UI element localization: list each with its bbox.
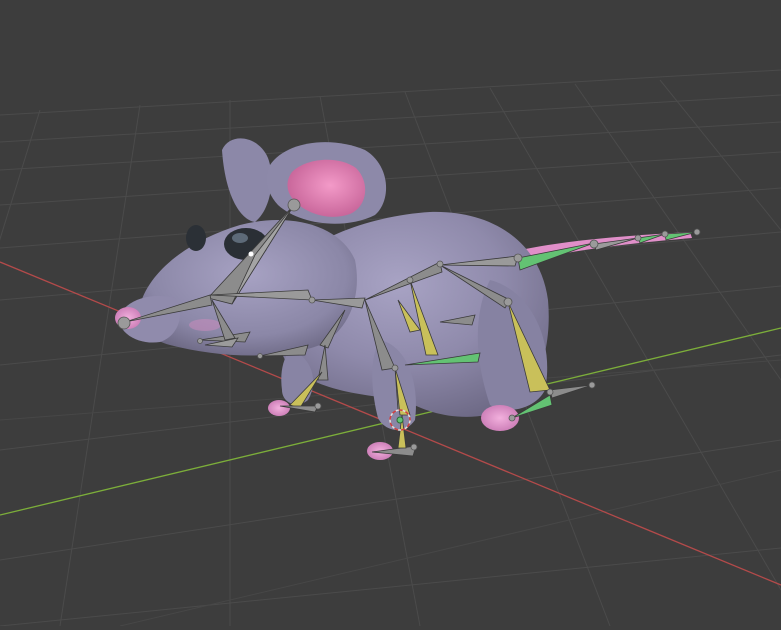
joint-yellow-top[interactable] <box>406 276 414 284</box>
mouse-eye-far <box>186 225 206 251</box>
viewport-canvas[interactable] <box>0 0 781 627</box>
mouse-eye-highlight <box>232 233 248 243</box>
joint-nose[interactable] <box>117 316 131 330</box>
joint-head-top[interactable] <box>287 198 301 212</box>
mouse-cheek-pink <box>189 319 221 331</box>
mouse-ear-back <box>222 138 272 222</box>
bone-hind-lower[interactable] <box>549 384 593 399</box>
joint-eye-marker <box>248 251 254 257</box>
joint-tail-base[interactable] <box>513 253 523 263</box>
joint-cheek[interactable] <box>257 353 263 359</box>
joint-front-elbow[interactable] <box>391 364 399 372</box>
joint-front-foot[interactable] <box>410 443 418 451</box>
joint-spine[interactable] <box>436 260 444 268</box>
mouse-paw-front-left <box>268 400 290 416</box>
joint-hind-foot[interactable] <box>588 381 596 389</box>
joint-tail-tip[interactable] <box>693 228 701 236</box>
3d-viewport[interactable] <box>0 0 781 627</box>
joint-hind-knee[interactable] <box>546 388 554 396</box>
joint-tail-2[interactable] <box>634 234 642 242</box>
joint-hind-paw[interactable] <box>508 414 516 422</box>
joint-tail-3[interactable] <box>661 230 669 238</box>
joint-neck[interactable] <box>308 296 316 304</box>
joint-jaw[interactable] <box>197 338 203 344</box>
joint-hip[interactable] <box>503 297 513 307</box>
joint-tail-1[interactable] <box>589 239 599 249</box>
joint-lf-foot[interactable] <box>314 402 322 410</box>
